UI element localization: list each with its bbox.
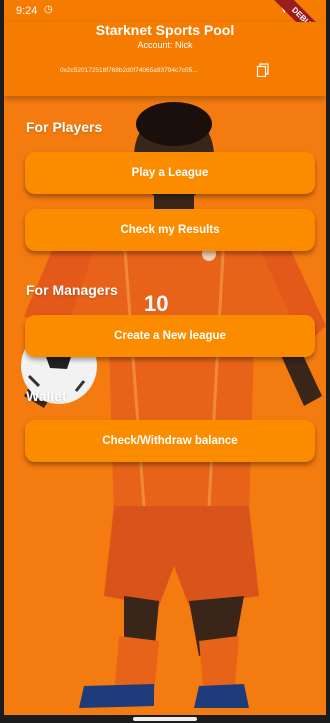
status-time: 9:24 [16,5,38,17]
create-league-button[interactable]: Create a New league [25,315,315,357]
svg-text:10: 10 [144,291,168,316]
players-heading: For Players [26,119,103,135]
home-indicator[interactable] [133,717,197,721]
check-results-button[interactable]: Check my Results [25,209,315,251]
wallet-address: 0x2c520172518f768b2d0f74065a93794c7c05..… [60,67,198,74]
status-bar: 9:24 ◷ ▼▮ DEBUG [4,0,326,56]
wallet-heading: Wallet [26,388,67,404]
clock-icon: ◷ [44,4,53,15]
app-bar: Starknet Sports Pool Account: Nick 0x2c5… [4,22,326,96]
managers-heading: For Managers [26,282,118,298]
withdraw-balance-button[interactable]: Check/Withdraw balance [25,420,315,462]
account-label: Account: Nick [137,40,193,50]
play-league-button[interactable]: Play a League [25,152,315,194]
copy-icon[interactable] [256,63,270,77]
app-screen: 9:24 ◷ ▼▮ DEBUG Starknet Sports Pool Acc… [4,0,326,715]
app-title: Starknet Sports Pool [95,22,235,38]
